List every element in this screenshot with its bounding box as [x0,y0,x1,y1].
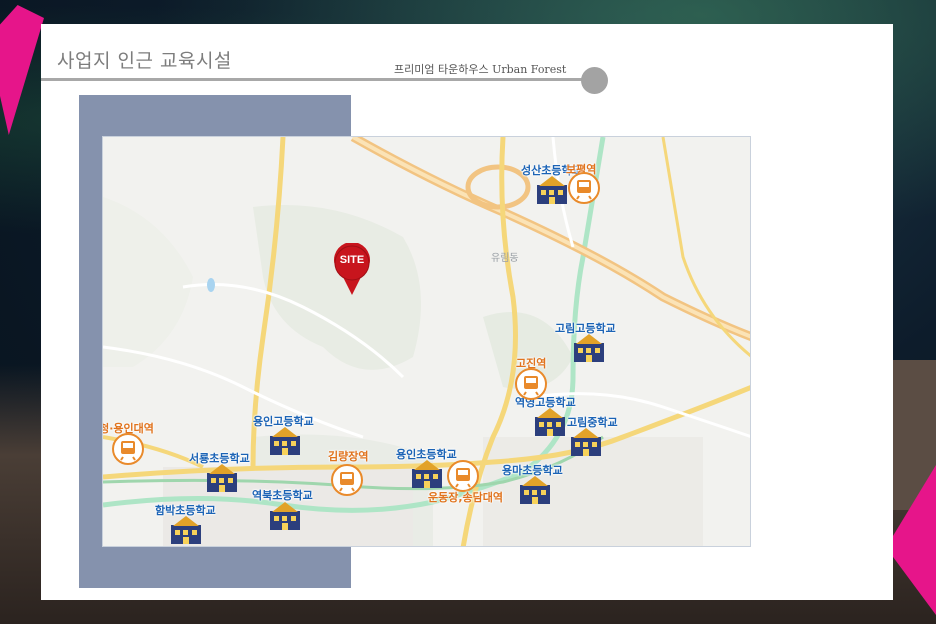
site-pin-icon [334,243,370,295]
area-map[interactable]: 유림동 SITE 성산초등학교 고림고등학교 역영고등학교 고림중학교 용마초등… [102,136,751,547]
school-icon [270,502,300,530]
train-station-icon [112,433,144,465]
school-icon [171,516,201,544]
school-icon [270,427,300,455]
school-icon [520,476,550,504]
title-rule-dot [581,67,608,94]
train-station-icon [515,368,547,400]
school-icon [207,464,237,492]
page-title: 사업지 인근 교육시설 [57,50,232,72]
site-pin-label: SITE [339,254,365,266]
title-rule [41,78,594,81]
station-label-undongjang: 운동장,송담대역 [428,491,504,504]
school-icon [535,408,565,436]
school-icon [571,428,601,456]
train-station-icon [447,460,479,492]
school-icon [412,460,442,488]
train-station-icon [568,172,600,204]
station-label-gimnyangjang: 김량장역 [328,450,369,463]
place-label-yurim: 유림동 [491,253,519,264]
train-station-icon [331,464,363,496]
school-icon [537,176,567,204]
slide: 사업지 인근 교육시설 프리미엄 타운하우스 Urban Forest 유림동 … [41,24,893,600]
school-icon [574,334,604,362]
page-subtitle: 프리미엄 타운하우스 Urban Forest [394,63,567,76]
